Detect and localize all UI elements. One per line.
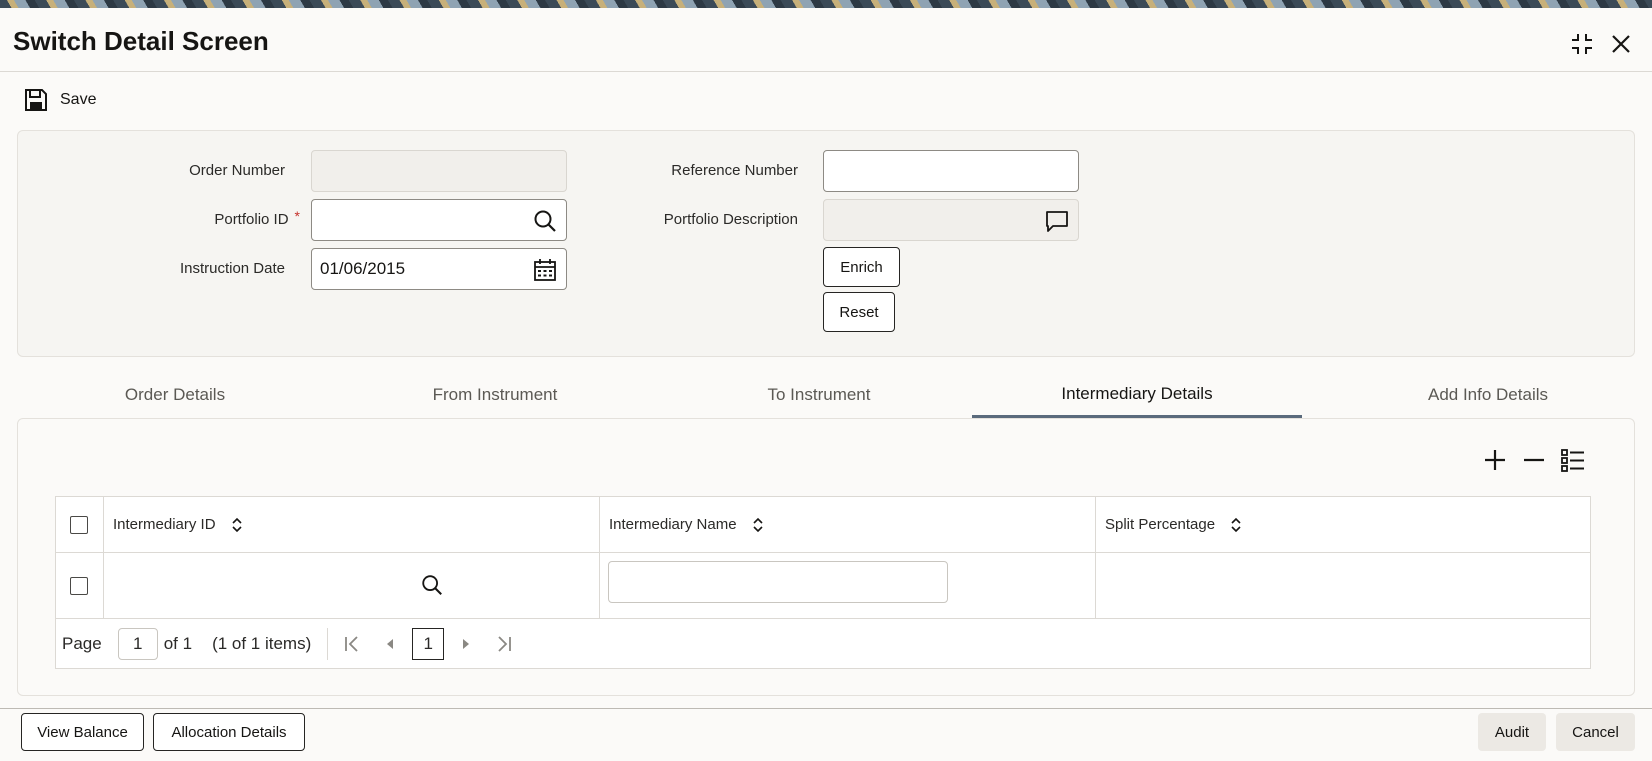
select-all-checkbox[interactable] [70, 515, 88, 534]
page-label: Page [62, 634, 102, 653]
table-row [56, 553, 1590, 619]
portfolio-id-input[interactable] [311, 199, 567, 241]
plus-icon [1485, 450, 1505, 470]
title-bar: Switch Detail Screen [0, 8, 1652, 72]
cancel-button[interactable]: Cancel [1556, 713, 1635, 751]
last-page-icon[interactable] [494, 634, 514, 654]
tab-intermediary-details[interactable]: Intermediary Details [972, 372, 1302, 418]
sort-icon[interactable] [751, 516, 765, 534]
table-header-row: Intermediary ID Intermediary Name Split … [56, 497, 1590, 553]
intermediary-table: Intermediary ID Intermediary Name Split … [55, 496, 1591, 669]
portfolio-description-field [823, 199, 1079, 241]
sort-icon[interactable] [230, 516, 244, 534]
previous-page-icon[interactable] [380, 634, 400, 654]
row-select-cell [56, 553, 104, 618]
comment-icon[interactable] [1044, 208, 1070, 234]
enrich-button[interactable]: Enrich [823, 247, 900, 287]
tab-add-info-details[interactable]: Add Info Details [1357, 372, 1619, 418]
view-balance-button[interactable]: View Balance [21, 713, 144, 751]
items-count-label: (1 of 1 items) [212, 634, 312, 653]
reference-number-input[interactable] [823, 150, 1079, 192]
page-number-input[interactable]: 1 [117, 628, 158, 660]
next-page-icon[interactable] [456, 634, 476, 654]
save-button[interactable]: Save [24, 86, 96, 114]
tab-order-details[interactable]: Order Details [57, 372, 293, 418]
portfolio-id-label-text: Portfolio ID [214, 211, 289, 228]
col-intermediary-id-label: Intermediary ID [113, 516, 216, 533]
row-details-button[interactable] [1558, 445, 1588, 475]
tab-bar: Order Details From Instrument To Instrum… [17, 372, 1635, 418]
col-split-percentage-label: Split Percentage [1105, 516, 1216, 533]
sort-icon[interactable] [1229, 516, 1243, 534]
required-marker: * [294, 208, 300, 224]
row-checkbox[interactable] [70, 576, 88, 595]
tab-to-instrument[interactable]: To Instrument [693, 372, 945, 418]
col-intermediary-name[interactable]: Intermediary Name [600, 497, 1096, 552]
search-icon[interactable] [420, 573, 444, 597]
col-intermediary-name-label: Intermediary Name [609, 516, 737, 533]
select-all-cell [56, 497, 104, 552]
intermediary-name-input[interactable] [608, 561, 948, 603]
add-row-button[interactable] [1480, 445, 1510, 475]
decorative-header-strip [0, 0, 1652, 8]
maximize-button[interactable] [1568, 30, 1596, 58]
audit-button[interactable]: Audit [1478, 713, 1546, 751]
collapse-icon [1572, 34, 1592, 54]
portfolio-description-label: Portfolio Description [663, 211, 798, 228]
footer-bar: View Balance Allocation Details Audit Ca… [0, 708, 1652, 761]
delete-row-button[interactable] [1519, 445, 1549, 475]
reset-button[interactable]: Reset [823, 292, 895, 332]
close-icon [1612, 35, 1630, 53]
intermediary-name-cell [600, 553, 1096, 618]
pager-divider [327, 628, 329, 660]
order-number-label: Order Number [189, 162, 285, 179]
list-detail-icon [1561, 449, 1584, 472]
first-page-icon[interactable] [342, 634, 362, 654]
minus-icon [1524, 458, 1544, 462]
current-page-button[interactable]: 1 [412, 628, 445, 660]
tab-from-instrument[interactable]: From Instrument [369, 372, 621, 418]
calendar-icon[interactable] [532, 257, 558, 283]
page-title: Switch Detail Screen [13, 26, 269, 56]
instruction-date-value: 01/06/2015 [320, 259, 406, 278]
save-icon [25, 89, 47, 111]
allocation-details-button[interactable]: Allocation Details [153, 713, 305, 751]
col-split-percentage[interactable]: Split Percentage [1096, 497, 1590, 552]
pagination-bar: Page 1 of 1 (1 of 1 items) 1 [56, 619, 1590, 669]
save-label: Save [60, 91, 97, 108]
page-count-label: of 1 [163, 634, 193, 653]
search-icon[interactable] [532, 208, 558, 234]
order-number-field [311, 150, 567, 192]
portfolio-id-label: Portfolio ID * [100, 208, 300, 228]
intermediary-id-cell[interactable] [104, 553, 600, 618]
instruction-date-input[interactable]: 01/06/2015 [311, 248, 567, 290]
instruction-date-label: Instruction Date [179, 260, 285, 277]
close-button[interactable] [1607, 30, 1635, 58]
col-intermediary-id[interactable]: Intermediary ID [104, 497, 600, 552]
split-percentage-cell[interactable] [1096, 553, 1590, 618]
reference-number-label: Reference Number [671, 162, 798, 179]
